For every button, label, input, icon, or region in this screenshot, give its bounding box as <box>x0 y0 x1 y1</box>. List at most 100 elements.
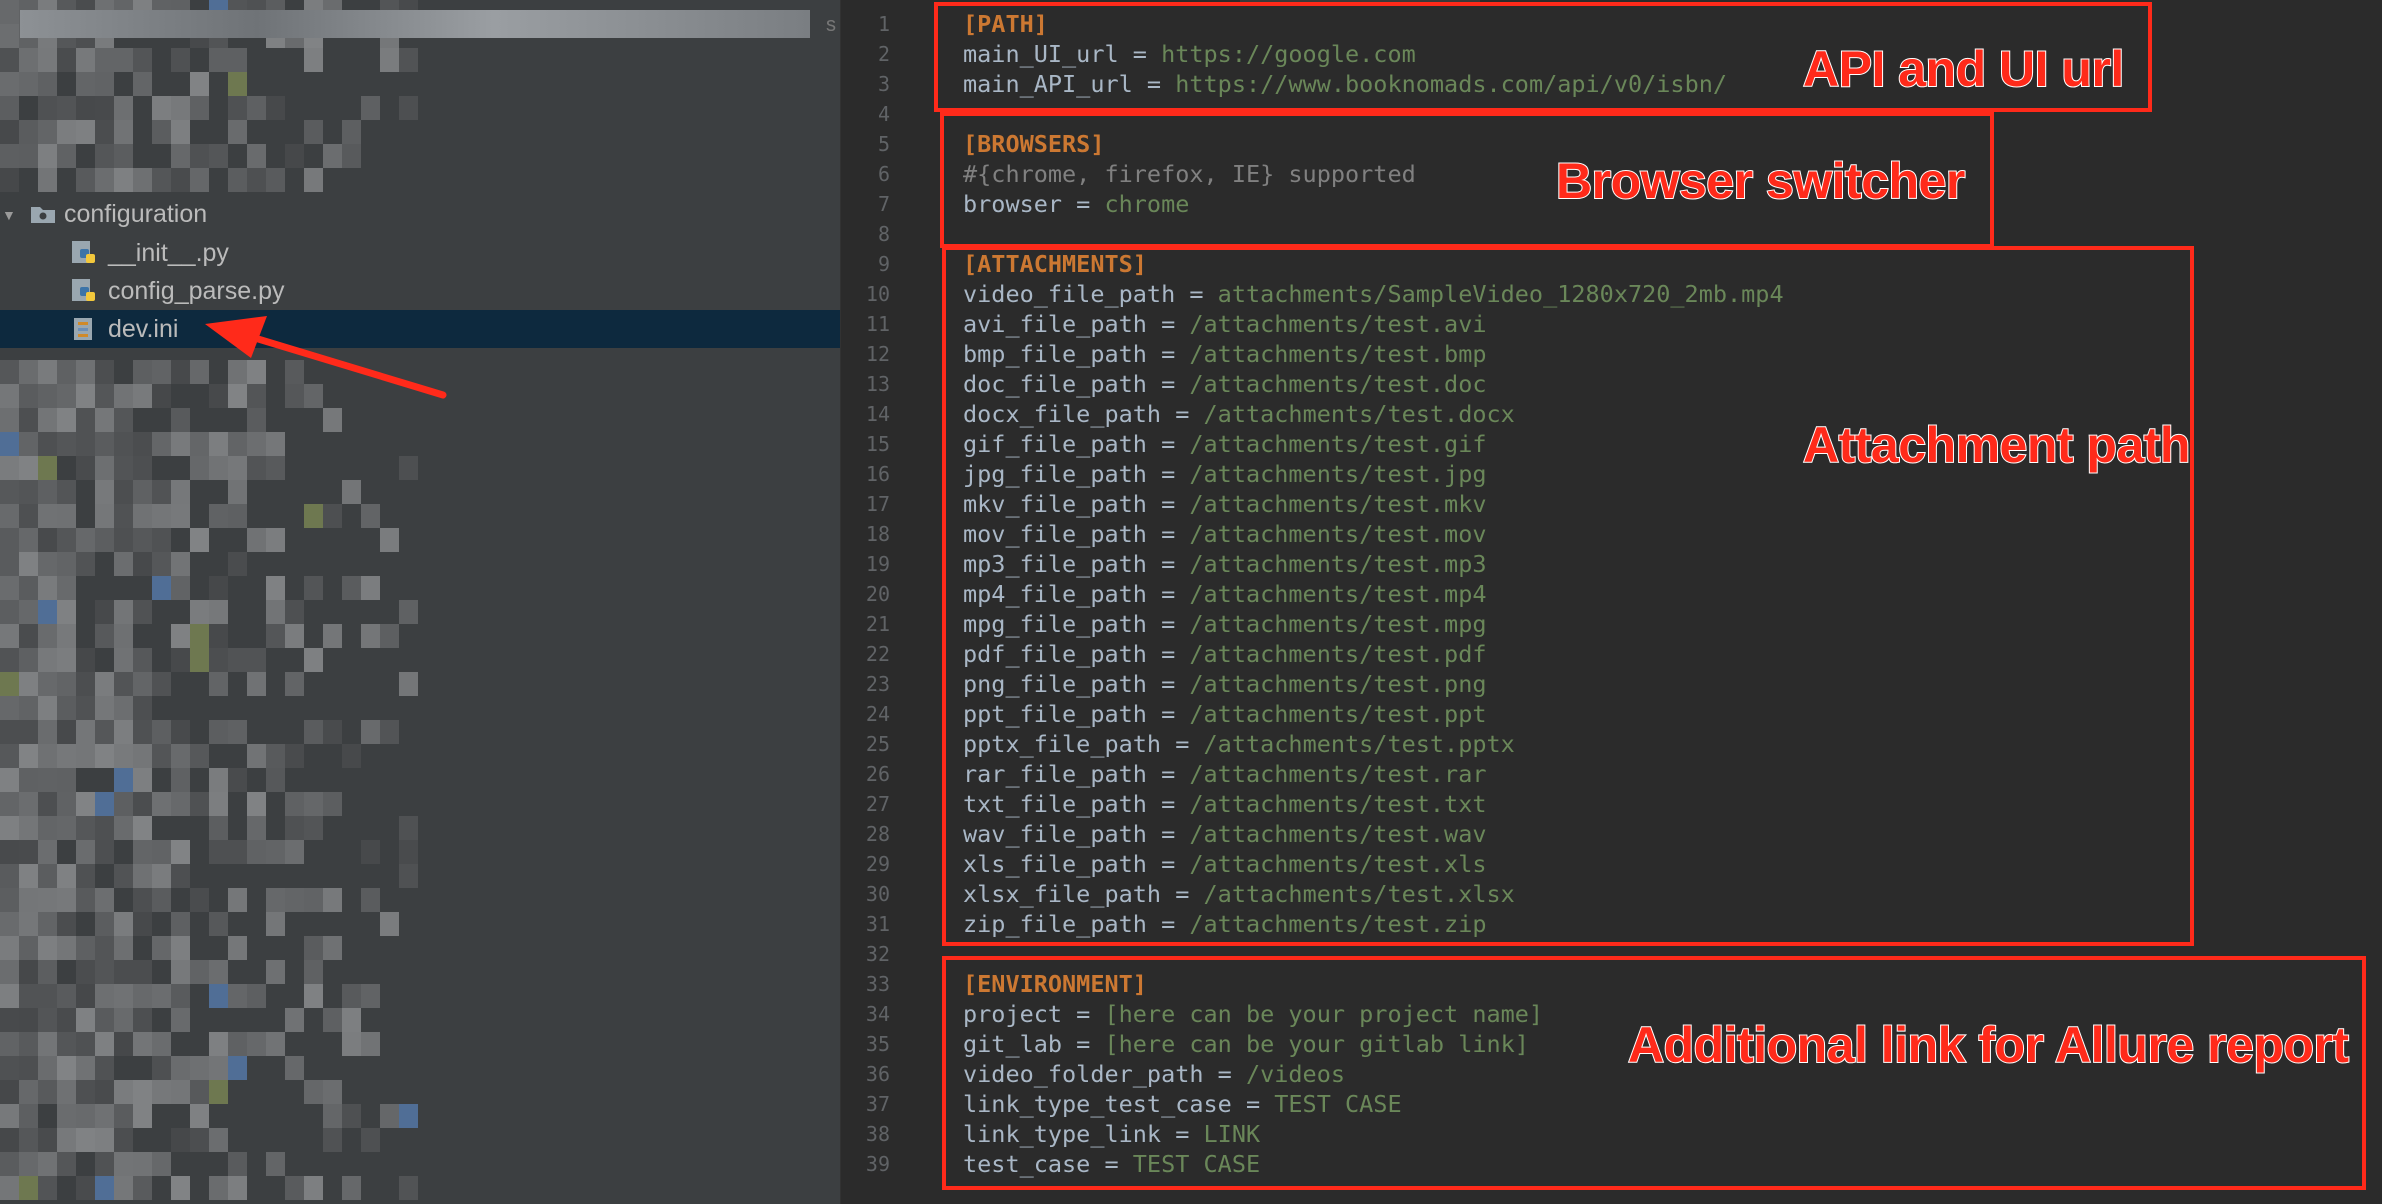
blurred-pixel <box>152 672 171 696</box>
blurred-pixel <box>38 648 57 672</box>
blurred-pixel <box>0 840 19 864</box>
blurred-pixel <box>114 816 133 840</box>
blurred-pixel <box>342 1008 361 1032</box>
blurred-pixel <box>38 432 57 456</box>
blurred-pixel <box>152 792 171 816</box>
blurred-pixel <box>266 912 285 936</box>
blurred-pixel <box>0 984 19 1008</box>
blurred-pixel <box>114 1008 133 1032</box>
blurred-pixel <box>57 504 76 528</box>
blurred-pixel <box>152 384 171 408</box>
blurred-pixel <box>76 1128 95 1152</box>
tree-file-init[interactable]: __init__.py <box>0 234 840 272</box>
blurred-pixel <box>38 912 57 936</box>
blurred-pixel <box>114 1104 133 1128</box>
blurred-pixel <box>19 1080 38 1104</box>
blurred-pixel <box>133 480 152 504</box>
line-number: 36 <box>865 1062 890 1086</box>
blurred-pixel <box>114 48 133 72</box>
blurred-pixel <box>76 888 95 912</box>
blurred-pixel <box>38 864 57 888</box>
blurred-pixel <box>209 1128 228 1152</box>
tree-folder-configuration[interactable]: ▼ configuration <box>0 195 840 233</box>
blurred-pixel <box>285 1176 304 1200</box>
blurred-pixel <box>95 384 114 408</box>
blurred-pixel <box>114 744 133 768</box>
blurred-pixel <box>114 696 133 720</box>
blurred-pixel <box>0 168 19 192</box>
blurred-pixel <box>19 1032 38 1056</box>
line-number: 15 <box>865 432 890 456</box>
blurred-pixel <box>266 960 285 984</box>
blurred-pixel <box>57 744 76 768</box>
blurred-pixel <box>0 576 19 600</box>
blurred-pixel <box>133 1008 152 1032</box>
line-number: 14 <box>865 402 890 426</box>
blurred-pixel <box>0 432 19 456</box>
blurred-pixel <box>266 624 285 648</box>
blurred-pixel <box>152 888 171 912</box>
blurred-pixel <box>57 576 76 600</box>
blurred-pixel <box>57 1032 76 1056</box>
blurred-pixel <box>19 600 38 624</box>
blurred-pixel <box>38 408 57 432</box>
blurred-pixel <box>0 0 19 24</box>
line-number: 12 <box>865 342 890 366</box>
blurred-pixel <box>95 72 114 96</box>
blurred-pixel <box>304 984 323 1008</box>
blurred-pixel <box>38 1128 57 1152</box>
blurred-pixel <box>342 576 361 600</box>
blurred-pixel <box>323 504 342 528</box>
tree-file-config-parse[interactable]: config_parse.py <box>0 272 840 310</box>
blurred-pixel <box>247 1032 266 1056</box>
blurred-pixel <box>285 624 304 648</box>
blurred-pixel <box>38 504 57 528</box>
chevron-down-icon[interactable]: ▼ <box>2 207 16 223</box>
blurred-pixel <box>304 504 323 528</box>
blurred-pixel <box>171 360 190 384</box>
blurred-pixel <box>228 936 247 960</box>
blurred-pixel <box>304 576 323 600</box>
tree-file-label: dev.ini <box>108 314 179 343</box>
blurred-pixel <box>171 744 190 768</box>
blurred-pixel <box>209 1056 228 1080</box>
blurred-pixel <box>57 792 76 816</box>
blurred-pixel <box>152 1056 171 1080</box>
blurred-pixel <box>266 576 285 600</box>
blurred-pixel <box>209 768 228 792</box>
blurred-pixel <box>95 960 114 984</box>
blurred-pixel <box>76 1008 95 1032</box>
blurred-pixel <box>285 600 304 624</box>
blurred-pixel <box>247 672 266 696</box>
blurred-pixel <box>361 624 380 648</box>
blurred-pixel <box>38 480 57 504</box>
blurred-pixel <box>19 72 38 96</box>
blurred-pixel <box>247 528 266 552</box>
blurred-pixel <box>209 1032 228 1056</box>
blurred-pixel <box>361 1128 380 1152</box>
blurred-pixel <box>342 1032 361 1056</box>
blurred-pixel <box>209 600 228 624</box>
blurred-pixel <box>190 432 209 456</box>
blurred-pixel <box>114 768 133 792</box>
blurred-pixel <box>114 120 133 144</box>
blurred-pixel <box>152 720 171 744</box>
line-number: 5 <box>877 132 890 156</box>
blurred-pixel <box>228 768 247 792</box>
blurred-pixel <box>304 816 323 840</box>
blurred-pixel <box>323 1080 342 1104</box>
blurred-pixel <box>38 1152 57 1176</box>
line-number: 13 <box>865 372 890 396</box>
blurred-pixel <box>76 1080 95 1104</box>
config-file-icon <box>74 318 92 340</box>
blurred-pixel <box>152 1152 171 1176</box>
blurred-pixel <box>57 96 76 120</box>
blurred-pixel <box>0 384 19 408</box>
blurred-pixel <box>228 48 247 72</box>
blurred-pixel <box>19 384 38 408</box>
blurred-pixel <box>171 864 190 888</box>
blurred-pixel <box>133 1152 152 1176</box>
blurred-pixel <box>266 528 285 552</box>
blurred-pixel <box>57 624 76 648</box>
blurred-pixel <box>361 840 380 864</box>
